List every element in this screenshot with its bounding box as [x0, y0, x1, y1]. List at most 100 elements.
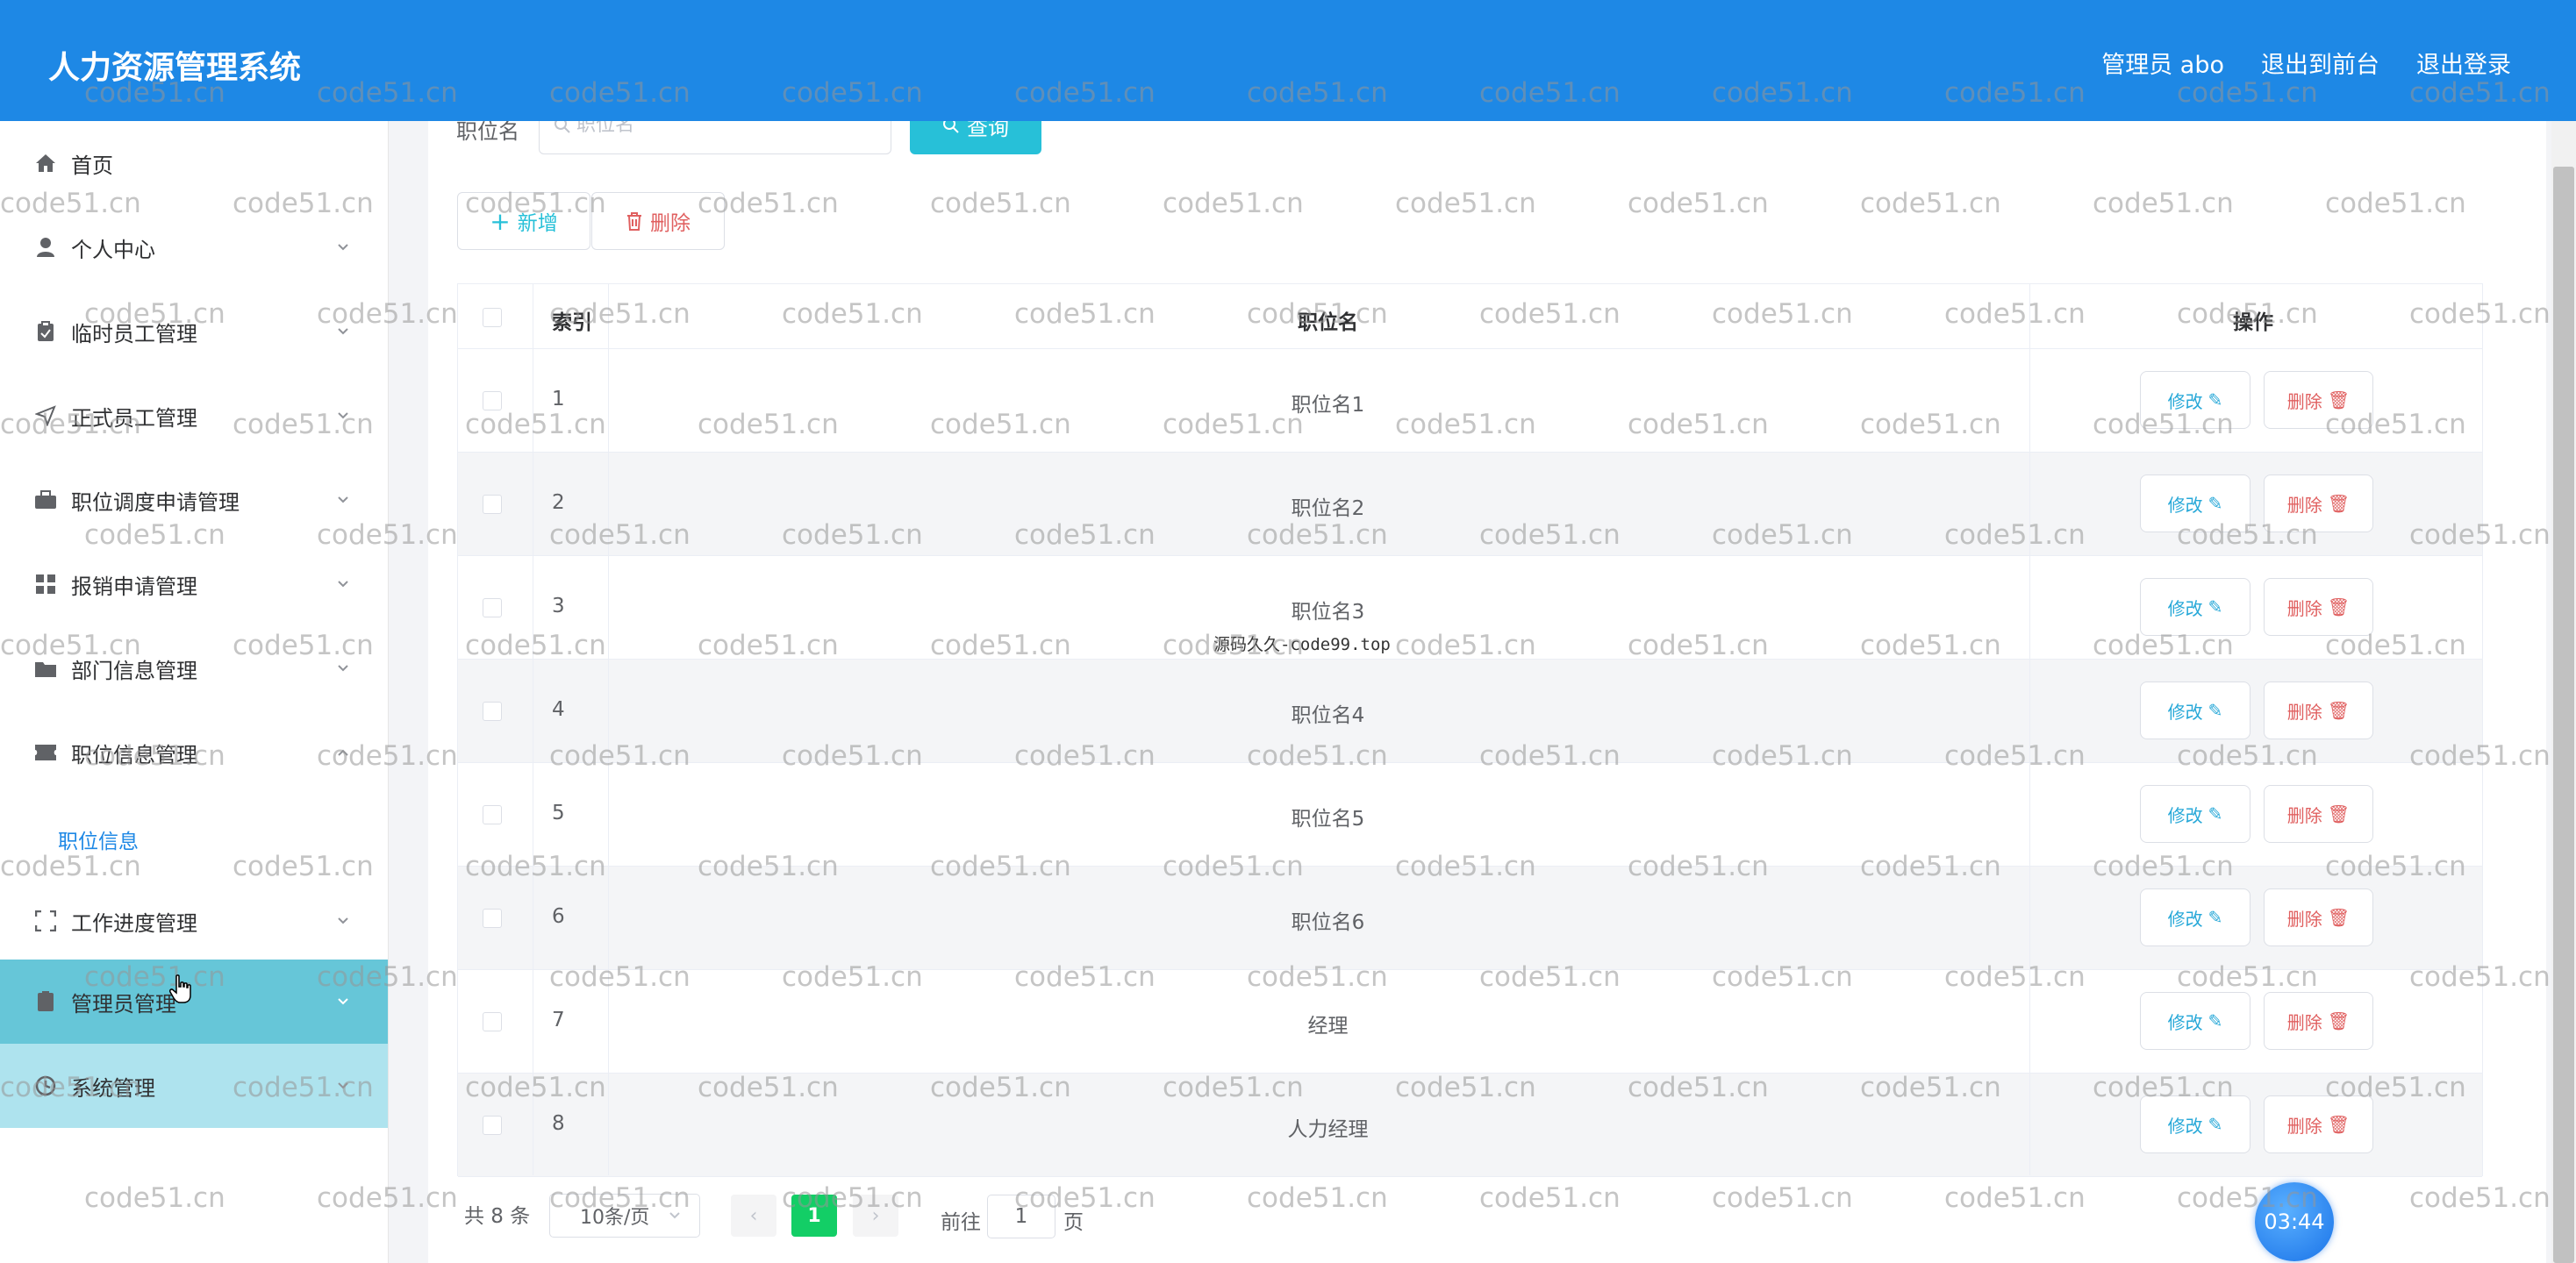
clock-badge: 03:44 [2255, 1182, 2334, 1261]
page-number-current[interactable]: 1 [791, 1195, 837, 1237]
table-row: 1 职位名1 修改 ✎ 删除 🗑 [458, 349, 2482, 453]
sidebar-item-position-info[interactable]: 职位信息管理 [0, 710, 388, 795]
row-position-name: 职位名6 [1291, 911, 1365, 934]
chevron-down-icon [338, 665, 348, 672]
row-checkbox[interactable] [483, 1116, 502, 1135]
sidebar-item-department[interactable]: 部门信息管理 [0, 626, 388, 710]
trash-icon: 🗑 [2327, 907, 2351, 928]
delete-button[interactable]: 删除 🗑 [2264, 992, 2373, 1050]
edit-label: 修改 [2167, 804, 2203, 826]
submenu-item-position-info[interactable]: 职位信息 [58, 824, 139, 854]
edit-button[interactable]: 修改 ✎ [2140, 371, 2250, 429]
edit-label: 修改 [2167, 494, 2203, 516]
row-checkbox[interactable] [483, 702, 502, 721]
table-row: 6 职位名6 修改 ✎ 删除 🗑 [458, 867, 2482, 970]
sidebar-item-home[interactable]: 首页 [0, 121, 388, 205]
edit-button[interactable]: 修改 ✎ [2140, 992, 2250, 1050]
trash-icon: 🗑 [2327, 803, 2351, 824]
column-divider [2029, 284, 2030, 1175]
edit-button[interactable]: 修改 ✎ [2140, 681, 2250, 739]
delete-button[interactable]: 删除 🗑 [2264, 681, 2373, 739]
edit-button[interactable]: 修改 ✎ [2140, 578, 2250, 636]
delete-label: 删除 [2286, 1011, 2322, 1033]
sidebar-item-label: 个人中心 [71, 237, 155, 262]
delete-button[interactable]: 删除 🗑 [2264, 785, 2373, 843]
prev-page-button[interactable]: ‹ [731, 1195, 776, 1237]
user-icon [33, 235, 58, 260]
delete-button[interactable]: 删除 🗑 [2264, 888, 2373, 946]
home-icon [33, 151, 58, 175]
logout-link[interactable]: 退出登录 [2416, 46, 2511, 80]
scrollbar-thumb[interactable] [2553, 167, 2574, 1263]
hand-cursor-icon [169, 974, 191, 1003]
delete-button[interactable]: 删除 🗑 [2264, 475, 2373, 532]
delete-button[interactable]: 删除 🗑 [2264, 371, 2373, 429]
pencil-icon: ✎ [2207, 389, 2223, 410]
page-size-value: 10条/页 [580, 1207, 650, 1229]
send-icon [33, 403, 58, 428]
pagination-total: 共 8 条 [464, 1205, 531, 1228]
column-header-name: 职位名 [1298, 311, 1358, 334]
top-header: 人力资源管理系统 管理员 abo 退出到前台 退出登录 [0, 0, 2576, 121]
column-header-actions: 操作 [2233, 311, 2273, 334]
current-user-label: 管理员 abo [2101, 52, 2224, 79]
row-checkbox[interactable] [483, 598, 502, 617]
row-checkbox[interactable] [483, 1012, 502, 1031]
chevron-down-icon [338, 244, 348, 251]
edit-button[interactable]: 修改 ✎ [2140, 475, 2250, 532]
sidebar-item-admin[interactable]: 管理员管理 [0, 960, 388, 1044]
next-page-button[interactable]: › [853, 1195, 898, 1237]
sidebar-item-personal-center[interactable]: 个人中心 [0, 205, 388, 289]
trash-icon: 🗑 [2327, 596, 2351, 617]
chevron-right-icon: › [871, 1204, 880, 1227]
page-size-select[interactable]: 10条/页 [549, 1194, 700, 1238]
sidebar-item-label: 正式员工管理 [71, 405, 197, 431]
sidebar-item-reimbursement[interactable]: 报销申请管理 [0, 542, 388, 626]
row-checkbox[interactable] [483, 495, 502, 514]
row-index: 5 [552, 802, 565, 824]
add-button[interactable]: + 新增 [457, 192, 590, 250]
delete-button[interactable]: 删除 🗑 [2264, 1095, 2373, 1153]
edit-button[interactable]: 修改 ✎ [2140, 1095, 2250, 1153]
frame-icon [33, 909, 58, 933]
edit-button[interactable]: 修改 ✎ [2140, 888, 2250, 946]
goto-label: 前往 [941, 1211, 981, 1234]
delete-button[interactable]: 删除 🗑 [2264, 578, 2373, 636]
row-checkbox[interactable] [483, 805, 502, 824]
edit-label: 修改 [2167, 701, 2203, 723]
edit-label: 修改 [2167, 1011, 2203, 1033]
row-checkbox[interactable] [483, 909, 502, 928]
grid-icon [33, 572, 58, 596]
sidebar-item-transfer-request[interactable]: 职位调度申请管理 [0, 458, 388, 542]
select-all-checkbox[interactable] [483, 308, 502, 327]
sidebar-item-formal-staff[interactable]: 正式员工管理 [0, 374, 388, 458]
sidebar-item-work-progress[interactable]: 工作进度管理 [0, 879, 388, 963]
sidebar-item-temp-staff[interactable]: 临时员工管理 [0, 289, 388, 374]
edit-label: 修改 [2167, 597, 2203, 619]
briefcase-icon [33, 488, 58, 512]
edit-button[interactable]: 修改 ✎ [2140, 785, 2250, 843]
table-row: 8 人力经理 修改 ✎ 删除 🗑 [458, 1074, 2482, 1177]
app-title: 人力资源管理系统 [48, 50, 302, 86]
sidebar-item-label: 部门信息管理 [71, 658, 197, 683]
sidebar-item-label: 首页 [71, 153, 113, 178]
table-row: 2 职位名2 修改 ✎ 删除 🗑 [458, 453, 2482, 556]
chevron-down-icon [338, 1082, 348, 1089]
batch-delete-button[interactable]: 删除 [591, 192, 725, 250]
row-index: 6 [552, 905, 565, 928]
sidebar-item-system[interactable]: 系统管理 [0, 1044, 388, 1128]
clock-icon [33, 1074, 58, 1098]
add-button-label: 新增 [517, 212, 558, 235]
delete-label: 删除 [2286, 1115, 2322, 1137]
back-to-front-link[interactable]: 退出到前台 [2261, 46, 2379, 80]
trash-icon: 🗑 [2327, 493, 2351, 514]
goto-page-input[interactable]: 1 [987, 1195, 1055, 1238]
delete-label: 删除 [2286, 701, 2322, 723]
sidebar-item-label: 管理员管理 [71, 991, 176, 1017]
plus-icon: + [490, 206, 511, 236]
chevron-down-icon [338, 496, 348, 503]
row-index: 4 [552, 698, 565, 721]
row-position-name: 经理 [1307, 1015, 1349, 1038]
row-checkbox[interactable] [483, 391, 502, 410]
edit-label: 修改 [2167, 1115, 2203, 1137]
